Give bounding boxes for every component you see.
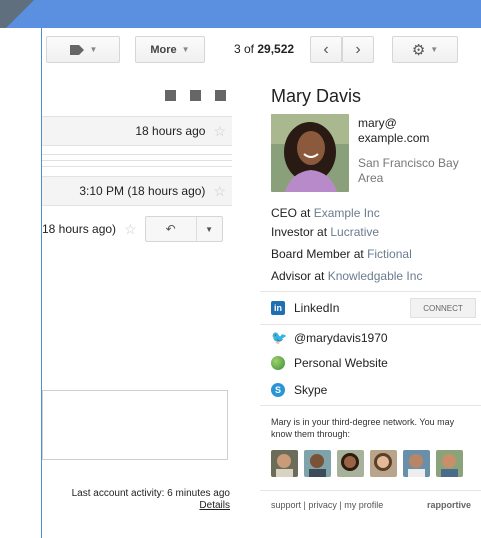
social-website[interactable]: Personal Website bbox=[271, 356, 388, 370]
social-label: Skype bbox=[294, 383, 328, 397]
message-header: 18 hours ago) ☆ ↶ ▼ bbox=[42, 214, 232, 244]
counter-prefix: 3 of bbox=[234, 42, 255, 56]
social-twitter[interactable]: 🐦 @marydavis1970 bbox=[271, 330, 388, 346]
footer-links[interactable]: support | privacy | my profile bbox=[271, 500, 383, 510]
social-linkedin[interactable]: in LinkedIn bbox=[271, 301, 339, 315]
role-title: Investor at bbox=[271, 225, 328, 239]
chevron-down-icon[interactable]: ▼ bbox=[197, 217, 222, 241]
network-note: Mary is in your third-degree network. Yo… bbox=[271, 417, 455, 439]
labels-button[interactable]: ▼ bbox=[46, 36, 120, 63]
email-thread: 18 hours ago ☆ 3:10 PM (18 hours ago) ☆ … bbox=[42, 72, 232, 538]
chevron-down-icon: ▼ bbox=[181, 45, 190, 54]
label-icon bbox=[69, 44, 84, 55]
contact-sidebar: Mary Davis mary@ example.com San Francis… bbox=[260, 72, 481, 538]
account-activity: Last account activity: 6 minutes ago Det… bbox=[72, 488, 230, 512]
collapsed-divider bbox=[42, 154, 232, 155]
print-icon[interactable] bbox=[190, 90, 201, 101]
chevron-right-icon: › bbox=[355, 40, 361, 58]
avatar[interactable] bbox=[271, 450, 298, 477]
avatar[interactable] bbox=[370, 450, 397, 477]
contact-name: Mary Davis bbox=[271, 86, 362, 106]
section-divider bbox=[260, 405, 481, 406]
avatar[interactable] bbox=[436, 450, 463, 477]
settings-button[interactable]: ⚙ ▼ bbox=[392, 36, 458, 63]
contact-location: San Francisco Bay Area bbox=[358, 156, 459, 186]
prev-button[interactable]: ‹ bbox=[310, 36, 342, 63]
thread-actions bbox=[165, 90, 226, 101]
contact-email[interactable]: mary@ example.com bbox=[358, 116, 429, 146]
social-label: LinkedIn bbox=[294, 301, 340, 315]
contact-photo bbox=[271, 114, 349, 192]
more-button[interactable]: More ▼ bbox=[135, 36, 205, 63]
avatar[interactable] bbox=[403, 450, 430, 477]
email-line: mary@ bbox=[358, 116, 397, 130]
top-bar bbox=[0, 0, 481, 28]
activity-text: Last account activity: 6 minutes ago bbox=[71, 488, 230, 499]
linkedin-icon: in bbox=[271, 301, 285, 315]
role-org[interactable]: Knowledgable Inc bbox=[328, 269, 423, 283]
more-label: More bbox=[150, 43, 177, 56]
sidebar-footer: support | privacy | my profile rapportiv… bbox=[271, 500, 471, 510]
connection-avatars bbox=[271, 450, 463, 477]
reply-box[interactable] bbox=[42, 390, 228, 460]
chevron-down-icon: ▼ bbox=[430, 45, 439, 54]
role-item: Advisor at Knowledgable Inc bbox=[271, 269, 422, 283]
message-row[interactable]: 18 hours ago ☆ bbox=[42, 116, 232, 146]
details-link[interactable]: Details bbox=[199, 500, 230, 511]
message-counter: 3 of 29,522 bbox=[234, 42, 294, 56]
role-title: Board Member at bbox=[271, 247, 364, 261]
message-row[interactable]: 3:10 PM (18 hours ago) ☆ bbox=[42, 176, 232, 206]
social-label: Personal Website bbox=[294, 356, 388, 370]
email-line: example.com bbox=[358, 131, 430, 145]
section-divider bbox=[260, 291, 481, 292]
star-icon[interactable]: ☆ bbox=[124, 221, 137, 238]
role-title: CEO at bbox=[271, 206, 311, 220]
message-time: 18 hours ago) bbox=[42, 222, 117, 236]
download-icon[interactable] bbox=[165, 90, 176, 101]
social-skype[interactable]: S Skype bbox=[271, 383, 327, 397]
brand-logo[interactable]: rapportive bbox=[427, 500, 471, 510]
role-org[interactable]: Lucrative bbox=[330, 225, 379, 239]
role-org[interactable]: Example Inc bbox=[314, 206, 380, 220]
role-item: Investor at Lucrative bbox=[271, 225, 379, 239]
social-label: @marydavis1970 bbox=[294, 331, 388, 345]
skype-icon: S bbox=[271, 383, 285, 397]
collapsed-divider bbox=[42, 160, 232, 161]
section-divider bbox=[260, 324, 481, 325]
globe-icon bbox=[271, 356, 285, 370]
new-window-icon[interactable] bbox=[215, 90, 226, 101]
chevron-left-icon: ‹ bbox=[323, 40, 329, 58]
section-divider bbox=[260, 490, 481, 491]
message-time: 18 hours ago bbox=[135, 124, 206, 138]
star-icon[interactable]: ☆ bbox=[213, 183, 226, 200]
counter-total: 29,522 bbox=[257, 42, 295, 56]
location-line: San Francisco Bay bbox=[358, 156, 459, 170]
avatar[interactable] bbox=[304, 450, 331, 477]
role-org[interactable]: Fictional bbox=[367, 247, 412, 261]
avatar[interactable] bbox=[337, 450, 364, 477]
role-title: Advisor at bbox=[271, 269, 325, 283]
role-item: Board Member at Fictional bbox=[271, 247, 412, 261]
message-time: 3:10 PM (18 hours ago) bbox=[79, 184, 206, 198]
reply-button-group: ↶ ▼ bbox=[144, 216, 223, 242]
location-line: Area bbox=[358, 171, 384, 185]
chevron-down-icon: ▼ bbox=[89, 45, 98, 54]
role-item: CEO at Example Inc bbox=[271, 206, 380, 220]
reply-icon[interactable]: ↶ bbox=[146, 217, 197, 241]
next-button[interactable]: › bbox=[342, 36, 374, 63]
toolbar: ▼ More ▼ 3 of 29,522 ‹ › ⚙ ▼ bbox=[0, 28, 481, 72]
connect-button[interactable]: CONNECT bbox=[410, 298, 476, 318]
collapsed-divider bbox=[42, 166, 232, 167]
twitter-icon: 🐦 bbox=[271, 330, 288, 345]
gear-icon: ⚙ bbox=[411, 41, 426, 59]
star-icon[interactable]: ☆ bbox=[213, 123, 226, 140]
